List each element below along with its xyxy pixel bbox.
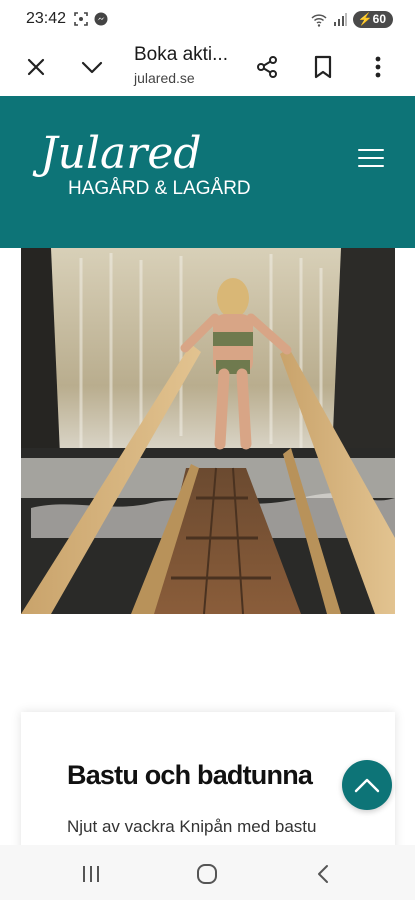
more-options-button[interactable] [361, 50, 395, 84]
screen-capture-icon [74, 12, 88, 26]
signal-icon [333, 13, 347, 26]
bookmark-button[interactable] [306, 50, 340, 84]
status-time: 23:42 [26, 10, 67, 27]
back-icon [318, 865, 328, 883]
recent-apps-button[interactable] [76, 859, 106, 889]
battery-indicator: ⚡60 [352, 11, 393, 28]
activity-card[interactable]: Bastu och badtunna Njut av vackra Knipån… [21, 712, 395, 862]
hamburger-icon [358, 149, 384, 151]
waterfall-photo [21, 248, 395, 614]
home-icon [197, 864, 217, 884]
share-button[interactable] [250, 50, 284, 84]
chevron-down-icon [81, 61, 103, 74]
browser-toolbar: Boka akti... julared.se [0, 38, 415, 96]
hero-image [21, 248, 395, 614]
notification-icons [74, 12, 108, 26]
close-tab-button[interactable] [19, 50, 53, 84]
menu-button[interactable] [354, 143, 390, 173]
recent-apps-icon [83, 866, 99, 882]
logo-main: Julared [40, 128, 202, 179]
messenger-icon [94, 12, 108, 26]
card-text: Njut av vackra Knipån med bastu [67, 817, 317, 836]
bookmark-icon [314, 55, 332, 79]
logo-sub: HAGÅRD & LAGÅRD [68, 178, 251, 199]
minimize-button[interactable] [75, 50, 109, 84]
chevron-up-icon [354, 778, 380, 793]
battery-level: 60 [372, 12, 386, 26]
page-domain: julared.se [134, 70, 195, 86]
status-bar: 23:42 ⚡60 [0, 0, 415, 38]
system-nav-bar [0, 845, 415, 900]
page-title: Boka akti... [134, 44, 228, 65]
hamburger-line [358, 157, 384, 159]
back-button[interactable] [308, 859, 338, 889]
julared-logo[interactable]: Julared HAGÅRD & LAGÅRD [40, 128, 251, 208]
home-button[interactable] [192, 859, 222, 889]
status-right: ⚡60 [311, 11, 393, 28]
share-icon [257, 56, 277, 78]
close-icon [27, 58, 45, 76]
hamburger-line [358, 165, 384, 167]
back-to-top-button[interactable] [342, 760, 392, 810]
phone-screen: 23:42 ⚡60 Boka akti... julared.se Julare… [0, 0, 415, 900]
site-header: Julared HAGÅRD & LAGÅRD [0, 96, 415, 248]
more-vert-icon [375, 56, 381, 78]
card-title: Bastu och badtunna [67, 760, 313, 790]
wifi-icon [311, 13, 327, 27]
